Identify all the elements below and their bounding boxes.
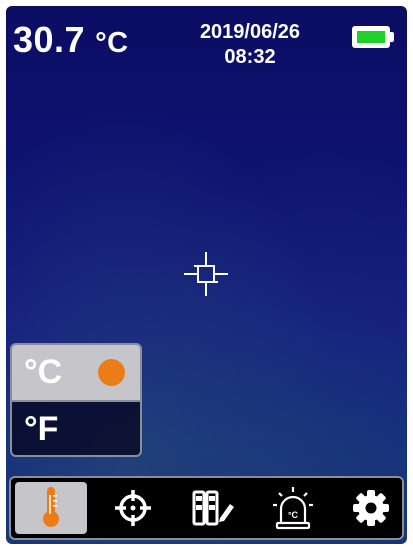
crosshair-target-icon [115,490,151,526]
unit-selector-menu: °C °F [10,343,142,457]
date-label: 2019/06/26 [199,21,301,43]
toolbar-button-alarm[interactable]: °C [257,482,329,534]
battery-tip [390,32,394,42]
toolbar-button-settings[interactable] [335,482,407,534]
temperature-alarm-icon: °C [273,487,313,530]
toolbar-button-thermometer[interactable] [15,482,87,534]
temperature-value: 30.7 [13,19,86,60]
svg-text:°C: °C [288,510,299,520]
bottom-toolbar: °C [9,476,404,540]
gear-icon [353,490,389,526]
unit-option-celsius[interactable]: °C [12,345,140,400]
center-crosshair-icon [184,252,228,296]
center-temperature-reading: 30.7 °C [13,20,129,63]
unit-option-fahrenheit[interactable]: °F [12,402,140,455]
thermal-view: 30.7 °C 2019/06/26 08:32 °C °F °C [6,6,407,544]
toolbar-button-crosshair[interactable] [97,482,169,534]
selected-indicator-icon [98,359,125,386]
status-bar: 30.7 °C 2019/06/26 08:32 [6,6,407,76]
unit-option-label: °C [24,353,63,391]
time-label: 08:32 [224,46,276,68]
battery-full-icon [352,26,396,52]
thermometer-icon [43,487,59,527]
unit-option-label: °F [24,410,59,448]
toolbar-button-palette[interactable] [177,482,249,534]
battery-level-fill [357,31,385,43]
battery-body [352,26,390,48]
datetime: 2019/06/26 08:32 [186,20,314,70]
palette-edit-icon [192,490,234,526]
temperature-unit: °C [95,27,129,59]
